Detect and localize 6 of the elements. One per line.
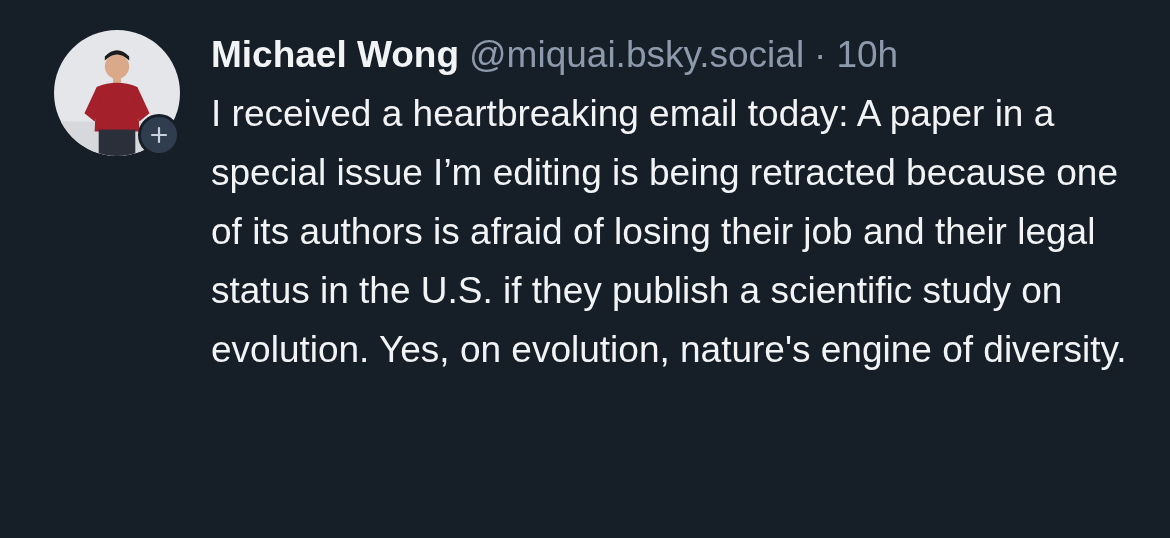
separator-dot: · — [814, 33, 827, 77]
plus-icon — [149, 125, 169, 145]
post-time[interactable]: 10h — [836, 30, 899, 80]
author-handle[interactable]: @miquai.bsky.social — [469, 30, 805, 80]
post-text: I received a heartbreaking email today: A paper in a special issue I’m editing is being retracted because one of its authors is afraid of losing their job and their legal status in the U.S. if they publish a scientific study on evolution. Yes, on evolution, nature's engine of diversity. — [211, 92, 1128, 372]
author-name[interactable]: Michael Wong — [211, 30, 460, 80]
